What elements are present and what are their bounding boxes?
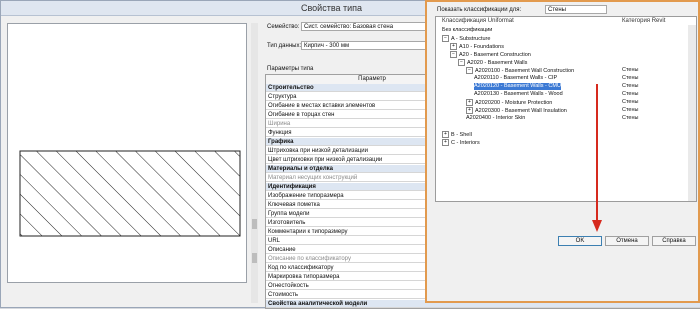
param-name: Маркировка типоразмера — [268, 274, 340, 280]
param-name: Огибание в торцах стен — [268, 112, 335, 118]
param-name: Изготовитель — [268, 220, 306, 226]
expand-icon[interactable]: + — [450, 43, 457, 50]
type-select[interactable]: Кирпич - 300 мм — [301, 41, 426, 50]
tree-node-selected[interactable]: A2020120 - Basement Walls - CMU — [474, 83, 561, 90]
tree-node[interactable]: Без классификации — [442, 27, 492, 34]
tree-node[interactable]: − A - Substructure — [442, 35, 490, 42]
family-select[interactable]: Сист. семейство: Базовая стена — [301, 22, 426, 31]
param-name: Комментарии к типоразмеру — [268, 229, 348, 235]
tree-node-label: A2020100 - Basement Wall Construction — [475, 67, 575, 74]
tree-node[interactable]: + B - Shell — [442, 131, 472, 138]
tree-node[interactable]: − A20 - Basement Construction — [450, 51, 531, 58]
expand-icon[interactable]: + — [442, 131, 449, 138]
param-name: Свойства аналитической модели — [268, 301, 368, 307]
wall-hatch-preview — [19, 150, 241, 237]
param-name: Строительство — [268, 85, 314, 91]
expand-icon[interactable]: + — [442, 139, 449, 146]
window-title: Свойства типа — [301, 3, 363, 13]
param-name: Материал несущих конструкций — [268, 175, 358, 181]
tree-node-label: A2020 - Basement Walls — [467, 59, 528, 66]
param-name: Описание — [268, 247, 296, 253]
param-name: Огибание в местах вставки элементов — [268, 103, 376, 109]
ok-button[interactable]: OK — [558, 236, 602, 246]
collapse-icon[interactable]: − — [458, 59, 465, 66]
annotation-arrow-shaft — [596, 84, 598, 222]
collapse-icon[interactable]: − — [442, 35, 449, 42]
param-name: Графика — [268, 139, 294, 145]
show-classifications-label: Показать классификации для: — [437, 7, 522, 13]
tree-node[interactable]: + C - Interiors — [442, 139, 480, 146]
param-name: Группа модели — [268, 211, 310, 217]
tree-node-label: A2020120 - Basement Walls - CMU — [474, 83, 561, 89]
tree-node[interactable]: + A2020200 - Moisture Protection — [466, 99, 552, 106]
tree-node-category: Стены — [622, 99, 639, 105]
tree-node-label: Без классификации — [442, 27, 493, 33]
param-name: Огнестойкость — [268, 283, 309, 289]
param-name: Стоимость — [268, 292, 299, 298]
tree-node-label: A - Substructure — [451, 35, 491, 42]
param-name: Описание по классификатору — [268, 256, 351, 262]
param-name: Код по классификатору — [268, 265, 334, 271]
tree-node-category: Стены — [622, 75, 639, 81]
param-name: URL — [268, 238, 281, 244]
param-name: Материалы и отделка — [268, 166, 334, 172]
param-name: Функция — [268, 130, 292, 136]
type-preview-panel — [7, 23, 247, 283]
tree-node-label: A2020130 - Basement Walls - Wood — [474, 91, 563, 97]
param-name: Идентификация — [268, 184, 316, 190]
tree-node-category: Стены — [622, 115, 639, 121]
tree-node[interactable]: A2020110 - Basement Walls - CIP — [474, 75, 557, 82]
classification-column-header: Классификация Uniformat — [442, 18, 514, 24]
tree-scrollbar[interactable] — [688, 25, 696, 201]
tree-node-label: A20 - Basement Construction — [459, 51, 531, 58]
tree-node-label: A2020400 - Interior Skin — [466, 115, 526, 121]
expand-icon[interactable]: + — [466, 107, 473, 114]
tree-node-category: Стены — [622, 83, 639, 89]
classification-tree: Классификация Uniformat Категория Revit … — [435, 16, 697, 202]
tree-node-label: B - Shell — [451, 131, 472, 138]
tree-node-label: A2020200 - Moisture Protection — [475, 99, 553, 106]
classification-dialog: Показать классификации для: Стены Класси… — [425, 0, 700, 303]
tree-node-category: Стены — [622, 107, 639, 113]
annotation-arrow-head — [592, 220, 602, 232]
tree-node[interactable]: + A10 - Foundations — [450, 43, 504, 50]
tree-node-label: C - Interiors — [451, 139, 480, 146]
splitter[interactable] — [251, 23, 258, 303]
type-params-label: Параметры типа — [267, 66, 314, 72]
tree-node[interactable]: − A2020100 - Basement Wall Construction — [466, 67, 574, 74]
type-label: Тип данных: — [267, 43, 302, 49]
tree-node[interactable]: A2020400 - Interior Skin — [466, 115, 525, 122]
show-classifications-select[interactable]: Стены — [545, 5, 607, 14]
param-name: Изображение типоразмера — [268, 193, 344, 199]
cancel-button[interactable]: Отмена — [605, 236, 649, 246]
param-name: Структура — [268, 94, 297, 100]
param-name: Цвет штриховки при низкой детализации — [268, 157, 383, 163]
tree-node-label: A2020110 - Basement Walls - CIP — [474, 75, 558, 81]
tree-node[interactable]: − A2020 - Basement Walls — [458, 59, 527, 66]
collapse-icon[interactable]: − — [450, 51, 457, 58]
tree-node-label: A10 - Foundations — [459, 43, 504, 50]
help-button[interactable]: Справка — [652, 236, 696, 246]
tree-node-category: Стены — [622, 91, 639, 97]
tree-node-label: A2020300 - Basement Wall Insulation — [475, 107, 567, 114]
category-column-header: Категория Revit — [622, 18, 666, 24]
family-label: Семейство: — [267, 24, 300, 30]
tree-node[interactable]: + A2020300 - Basement Wall Insulation — [466, 107, 567, 114]
param-name: Ширина — [268, 121, 291, 127]
expand-icon[interactable]: + — [466, 99, 473, 106]
collapse-icon[interactable]: − — [466, 67, 473, 74]
param-name: Ключевая пометка — [268, 202, 320, 208]
tree-node-category: Стены — [622, 67, 639, 73]
tree-node[interactable]: A2020130 - Basement Walls - Wood — [474, 91, 563, 98]
param-name: Штриховка при низкой детализации — [268, 148, 368, 154]
